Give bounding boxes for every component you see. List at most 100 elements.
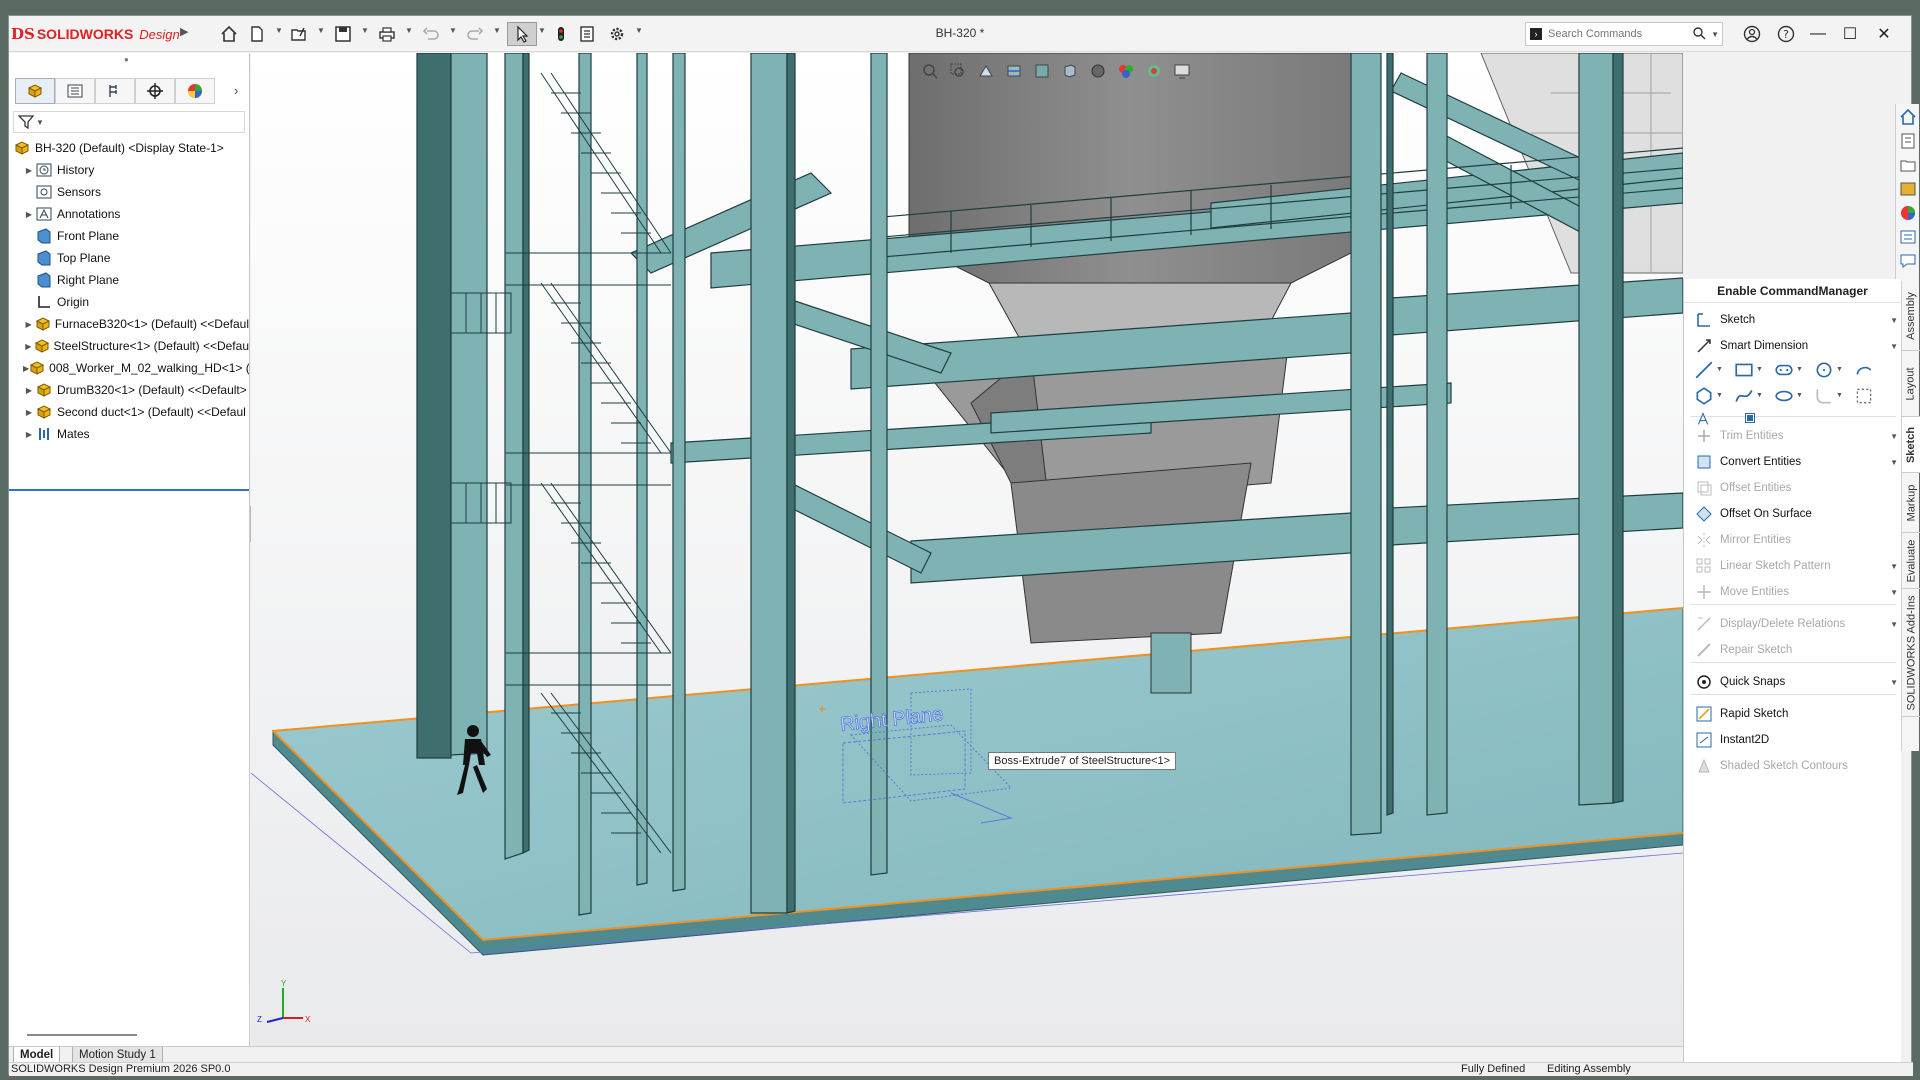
tree-item[interactable]: ▶ SteelStructure<1> (Default) <<Defau: [9, 335, 249, 357]
display-delete-relations-dropdown-icon[interactable]: ▼: [1890, 620, 1898, 629]
side-tab-layout[interactable]: Layout: [1902, 351, 1920, 417]
instant2d-button[interactable]: Instant2D: [1694, 728, 1898, 752]
side-tab-solidworks-add-ins[interactable]: SOLIDWORKS Add-Ins: [1902, 589, 1920, 717]
offset-on-surface-button[interactable]: Offset On Surface: [1694, 502, 1898, 526]
tab-motion-study-1[interactable]: Motion Study 1: [72, 1047, 163, 1063]
quick-snaps-dropdown-icon[interactable]: ▼: [1890, 678, 1898, 687]
options-dropdown-icon[interactable]: ▼: [635, 26, 643, 35]
ellipse-icon[interactable]: [1774, 386, 1794, 406]
close-icon[interactable]: ✕: [1869, 22, 1899, 46]
line-dropdown-icon[interactable]: ▼: [1716, 366, 1736, 386]
rectangle-dropdown-icon[interactable]: ▼: [1756, 366, 1776, 386]
view-orientation-icon[interactable]: [1059, 60, 1081, 82]
undo-icon[interactable]: [419, 22, 443, 46]
search-commands[interactable]: › ▼: [1525, 22, 1723, 46]
rapid-sketch-button[interactable]: Rapid Sketch: [1694, 702, 1898, 726]
expand-arrow-icon[interactable]: ▶: [23, 210, 35, 219]
save-icon[interactable]: [331, 22, 355, 46]
convert-entities-dropdown-icon[interactable]: ▼: [1890, 458, 1898, 467]
menu-expand-icon[interactable]: ▶: [180, 25, 188, 38]
slot-dropdown-icon[interactable]: ▼: [1796, 366, 1816, 386]
tree-item[interactable]: ▶ FurnaceB320<1> (Default) <<Defaul: [9, 313, 250, 335]
tab-featuremanager-tree[interactable]: [15, 78, 55, 104]
file-explorer-tab-icon[interactable]: [1899, 156, 1917, 174]
view-settings-icon[interactable]: [1171, 60, 1193, 82]
zoom-to-fit-icon[interactable]: [919, 60, 941, 82]
undo-dropdown-icon[interactable]: ▼: [449, 26, 457, 35]
side-tab-evaluate[interactable]: Evaluate: [1902, 533, 1920, 589]
tab-dimxpertmanager[interactable]: [135, 78, 175, 104]
tree-item[interactable]: Top Plane: [9, 247, 249, 269]
assembly-3d-scene[interactable]: Right Plane: [251, 53, 1683, 1047]
spline-dropdown-icon[interactable]: ▼: [1756, 392, 1776, 412]
print-icon[interactable]: [375, 22, 399, 46]
section-view-icon[interactable]: [1003, 60, 1025, 82]
move-entities-dropdown-icon[interactable]: ▼: [1890, 588, 1898, 597]
fillet-icon[interactable]: [1814, 386, 1834, 406]
design-library-tab-icon[interactable]: [1899, 180, 1917, 198]
expand-arrow-icon[interactable]: ▶: [23, 430, 35, 439]
trim-entities-button[interactable]: Trim Entities ▼: [1694, 424, 1898, 448]
hide-show-items-icon[interactable]: [1115, 60, 1137, 82]
smart-dimension-dropdown-icon[interactable]: ▼: [1890, 342, 1898, 351]
slot-icon[interactable]: [1774, 360, 1794, 380]
side-tab-markup[interactable]: Markup: [1902, 473, 1920, 533]
quick-snaps-button[interactable]: Quick Snaps ▼: [1694, 670, 1898, 694]
sketch-text-icon[interactable]: [1694, 412, 1714, 426]
panel-split-handle[interactable]: ●: [124, 55, 129, 64]
tab-displaymanager[interactable]: [175, 78, 215, 104]
home-icon[interactable]: [217, 22, 241, 46]
search-input[interactable]: [1548, 28, 1688, 40]
search-icon[interactable]: [1692, 26, 1706, 43]
shaded-sketch-contours-button[interactable]: Shaded Sketch Contours: [1694, 754, 1898, 778]
minimize-icon[interactable]: —: [1803, 22, 1833, 46]
expand-arrow-icon[interactable]: ▶: [23, 342, 34, 351]
tab-model[interactable]: Model: [13, 1047, 61, 1063]
home-tab-icon[interactable]: [1899, 108, 1917, 126]
solidworks-logo[interactable]: DS SOLIDWORKS Design: [11, 21, 186, 47]
tree-item[interactable]: ▶ Second duct<1> (Default) <<Defaul: [9, 401, 249, 423]
construction-geometry-icon[interactable]: [1854, 386, 1874, 406]
previous-view-icon[interactable]: [975, 60, 997, 82]
circle-icon[interactable]: [1814, 360, 1834, 380]
tree-item[interactable]: ▶ Mates: [9, 423, 249, 445]
tab-propertymanager[interactable]: [55, 78, 95, 104]
save-dropdown-icon[interactable]: ▼: [361, 26, 369, 35]
tree-root[interactable]: BH-320 (Default) <Display State-1>: [9, 137, 249, 159]
offset-entities-button[interactable]: Offset Entities: [1694, 476, 1898, 500]
display-delete-relations-button[interactable]: Display/Delete Relations ▼: [1694, 612, 1898, 636]
tree-item[interactable]: ▶ History: [9, 159, 249, 181]
sketch-button[interactable]: Sketch ▼: [1694, 308, 1898, 332]
move-entities-button[interactable]: Move Entities ▼: [1694, 580, 1898, 604]
select-icon[interactable]: [507, 22, 537, 46]
tree-item[interactable]: Front Plane: [9, 225, 249, 247]
line-icon[interactable]: [1694, 360, 1714, 380]
spline-icon[interactable]: [1734, 386, 1754, 406]
resources-tab-icon[interactable]: [1899, 132, 1917, 150]
convert-entities-button[interactable]: Convert Entities ▼: [1694, 450, 1898, 474]
tree-filter[interactable]: ▼: [13, 111, 245, 133]
smart-dimension-button[interactable]: Smart Dimension ▼: [1694, 334, 1898, 358]
tree-item[interactable]: Right Plane: [9, 269, 249, 291]
print-dropdown-icon[interactable]: ▼: [405, 26, 413, 35]
expand-arrow-icon[interactable]: ▶: [23, 320, 34, 329]
linear-sketch-pattern-button[interactable]: Linear Sketch Pattern ▼: [1694, 554, 1898, 578]
select-dropdown-icon[interactable]: ▼: [538, 26, 546, 35]
help-icon[interactable]: ?: [1771, 22, 1801, 46]
custom-properties-tab-icon[interactable]: [1899, 228, 1917, 246]
open-dropdown-icon[interactable]: ▼: [317, 26, 325, 35]
maximize-icon[interactable]: ☐: [1835, 22, 1865, 46]
redo-dropdown-icon[interactable]: ▼: [493, 26, 501, 35]
filter-dropdown-icon[interactable]: ▼: [36, 118, 44, 127]
enable-commandmanager-header[interactable]: Enable CommandManager: [1684, 279, 1901, 303]
side-tab-assembly[interactable]: Assembly: [1902, 281, 1920, 351]
search-dropdown-icon[interactable]: ▼: [1711, 30, 1719, 39]
dynamic-annotation-icon[interactable]: [1031, 60, 1053, 82]
fillet-dropdown-icon[interactable]: ▼: [1836, 392, 1856, 412]
forum-tab-icon[interactable]: [1899, 252, 1917, 270]
point-icon[interactable]: [1745, 413, 1755, 423]
tree-item[interactable]: ▶ DrumB320<1> (Default) <<Default>: [9, 379, 249, 401]
tree-rollback-bar[interactable]: [9, 489, 249, 491]
arc-icon[interactable]: [1854, 360, 1874, 380]
polygon-dropdown-icon[interactable]: ▼: [1716, 392, 1736, 412]
